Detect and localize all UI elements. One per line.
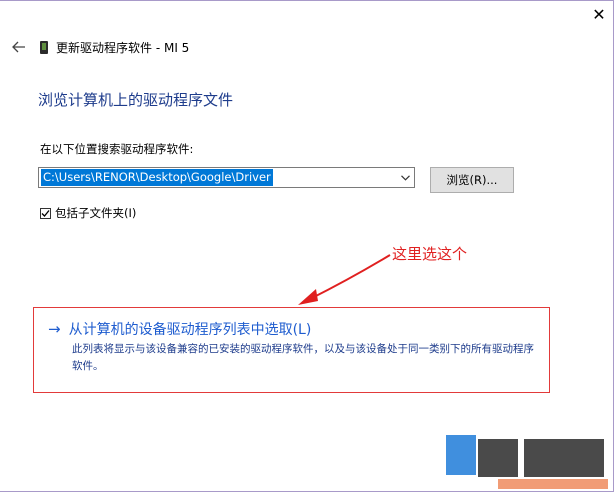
include-subfolders-row[interactable]: 包括子文件夹(I) <box>40 205 136 221</box>
annotation-arrow-icon <box>298 254 391 305</box>
include-subfolders-checkbox[interactable] <box>40 207 51 219</box>
title-bar: ✕ <box>0 1 613 29</box>
search-location-label: 在以下位置搜索驱动程序软件: <box>40 142 194 156</box>
checkmark-icon <box>41 209 50 217</box>
driver-path-value[interactable]: C:\Users\RENOR\Desktop\Google\Driver <box>41 169 273 186</box>
dialog-title: 更新驱动程序软件 - MI 5 <box>56 40 190 55</box>
right-arrow-icon: → <box>48 320 61 338</box>
watermark-logo <box>446 435 608 489</box>
back-arrow-icon <box>12 41 25 53</box>
page-title: 浏览计算机上的驱动程序文件 <box>38 91 234 109</box>
back-button[interactable] <box>10 38 28 56</box>
driver-update-window: ✕ 更新驱动程序软件 - MI 5 浏览计算机上的驱动程序文件 在以下位置搜索驱… <box>0 0 614 492</box>
dialog-header: 更新驱动程序软件 - MI 5 <box>10 37 189 57</box>
annotation-label: 这里选这个 <box>392 245 468 263</box>
close-icon: ✕ <box>592 5 606 24</box>
chevron-down-icon[interactable] <box>398 168 412 187</box>
pick-from-list-option[interactable]: → 从计算机的设备驱动程序列表中选取(L) <box>48 319 311 339</box>
phone-device-icon <box>40 40 48 54</box>
pick-from-list-title[interactable]: 从计算机的设备驱动程序列表中选取(L) <box>69 319 312 339</box>
driver-path-combobox[interactable]: C:\Users\RENOR\Desktop\Google\Driver <box>38 167 415 188</box>
browse-button[interactable]: 浏览(R)... <box>430 167 514 193</box>
close-button[interactable]: ✕ <box>591 7 607 23</box>
include-subfolders-label: 包括子文件夹(I) <box>55 206 137 220</box>
pick-from-list-description: 此列表将显示与该设备兼容的已安装的驱动程序软件，以及与该设备处于同一类别下的所有… <box>72 343 534 372</box>
